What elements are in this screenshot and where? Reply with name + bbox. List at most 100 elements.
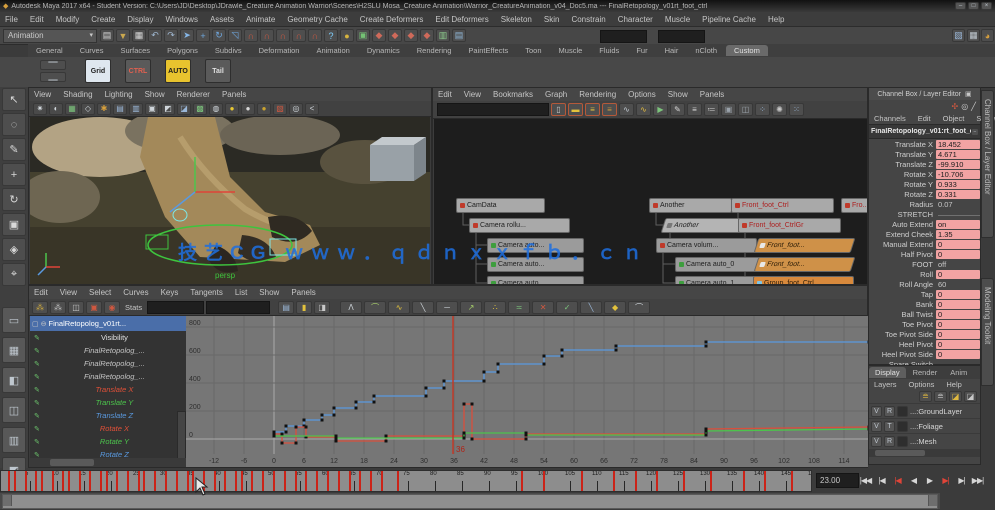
tangent-type-icon[interactable]: ✓ [556, 301, 578, 314]
viewport-toolbar-icon[interactable]: ◩ [161, 103, 175, 115]
viewport-toolbar-icon[interactable]: ✱ [97, 103, 111, 115]
channel-box-menu-item[interactable]: Object [938, 113, 970, 124]
node-editor-toolbar-icon[interactable]: ✎ [670, 103, 685, 116]
shelf-tab[interactable]: Animation [308, 45, 357, 56]
channel-value-field[interactable]: 0 [936, 340, 980, 349]
node-editor-toolbar-icon[interactable]: ∿ [619, 103, 634, 116]
tool-icon[interactable]: ✎ [2, 138, 26, 161]
shelf-item-button[interactable]: Grid [85, 59, 111, 83]
timeline-key-tick[interactable] [192, 471, 194, 491]
tool-icon[interactable]: + [2, 163, 26, 186]
graph-outliner-vscrollbar[interactable] [177, 411, 186, 463]
status-icon[interactable]: ◆ [420, 29, 434, 42]
shelf-tab[interactable]: Toon [517, 45, 549, 56]
channel-box-menu-item[interactable]: Channels [869, 113, 911, 124]
status-icon[interactable]: ➤ [180, 29, 194, 42]
timeline-key-tick[interactable] [41, 471, 43, 491]
tangent-type-icon[interactable]: ⌒ [364, 301, 386, 314]
timeline-key-tick[interactable] [165, 471, 167, 491]
graph-toolbar-icon[interactable]: ⁂ [32, 301, 48, 314]
graph-channel-label[interactable]: FinalRetopolog_... [43, 372, 186, 381]
layer-display-type-toggle[interactable]: R [884, 436, 895, 447]
menu-item[interactable]: Help [763, 14, 789, 25]
timeline-key-tick[interactable] [521, 471, 523, 491]
viewport-toolbar-icon[interactable]: ● [257, 103, 271, 115]
tangent-type-icon[interactable]: ╲ [412, 301, 434, 314]
channel-value-field[interactable]: 0 [936, 350, 980, 359]
graph-channel-label[interactable]: Translate X [43, 385, 186, 394]
playback-button[interactable]: ▶| [938, 473, 953, 487]
graph-node[interactable]: Fro... [841, 198, 867, 213]
graph-channel-row[interactable]: ✎ Translate X [30, 383, 186, 396]
timeline-key-tick[interactable] [327, 471, 329, 491]
status-icon[interactable]: ▣ [356, 29, 370, 42]
status-icon[interactable]: ↻ [212, 29, 226, 42]
graph-node[interactable]: Front_foot_Ctrl [731, 198, 834, 213]
timeline-key-tick[interactable] [656, 471, 658, 491]
status-icon[interactable]: ◆ [404, 29, 418, 42]
graph-channel-label[interactable]: Translate Y [43, 398, 186, 407]
menu-item[interactable]: Constrain [566, 14, 610, 25]
channel-value-field[interactable]: 0 [936, 290, 980, 299]
viewport-toolbar-icon[interactable]: < [305, 103, 319, 115]
channel-value-field[interactable]: 1.35 [936, 230, 980, 239]
graph-node[interactable]: Group_foot_Ctrl [753, 276, 854, 284]
tangent-type-icon[interactable]: ╲ [580, 301, 602, 314]
tool-icon[interactable]: ↻ [2, 188, 26, 211]
tangent-type-icon[interactable]: ∿ [388, 301, 410, 314]
timeline-key-tick[interactable] [397, 471, 399, 491]
node-editor-menu-item[interactable]: Options [623, 89, 661, 100]
node-editor-toolbar-icon[interactable]: ▯ [551, 103, 566, 116]
shelf-tab[interactable]: Muscle [551, 45, 591, 56]
tangent-type-icon[interactable]: ─ [436, 301, 458, 314]
status-icon[interactable]: ∩ [308, 29, 322, 42]
node-editor-menu-item[interactable]: Rendering [574, 89, 621, 100]
layer-visibility-toggle[interactable]: V [871, 406, 882, 417]
status-icon[interactable]: ∩ [244, 29, 258, 42]
graph-node[interactable]: Front_foot... [754, 257, 856, 272]
layer-name[interactable]: ...:GroundLayer [910, 407, 962, 416]
layer-color-swatch[interactable] [897, 421, 908, 432]
timeline-key-tick[interactable] [316, 471, 318, 491]
graph-channel-label[interactable]: FinalRetopolog_... [43, 359, 186, 368]
status-icon[interactable]: ▦ [132, 29, 146, 42]
graph-node[interactable]: Another [649, 198, 732, 213]
timeline-key-tick[interactable] [581, 471, 583, 491]
expand-icon[interactable]: ⊖ [41, 320, 47, 328]
viewport-menu-item[interactable]: Panels [217, 89, 251, 100]
node-editor-toolbar-icon[interactable]: ▣ [721, 103, 736, 116]
shelf-item-button[interactable]: AUTO [165, 59, 191, 83]
graph-editor-menu-item[interactable]: Edit [29, 287, 53, 298]
layer-color-swatch[interactable] [897, 406, 908, 417]
channel-value-field[interactable]: 0.933 [936, 180, 980, 189]
timeline-key-tick[interactable] [154, 471, 156, 491]
menu-item[interactable]: Modify [51, 14, 85, 25]
layer-display-type-toggle[interactable]: T [884, 421, 895, 432]
menu-item[interactable]: Create Deformers [355, 14, 429, 25]
menu-item[interactable]: Pipeline Cache [697, 14, 761, 25]
node-editor-toolbar-icon[interactable]: ⁘ [755, 103, 770, 116]
viewport-toolbar-icon[interactable]: ▤ [113, 103, 127, 115]
timeline-key-tick[interactable] [14, 471, 16, 491]
range-slider[interactable] [0, 493, 940, 509]
graph-channel-row[interactable]: ✎ FinalRetopolog_... [30, 357, 186, 370]
graph-channel-label[interactable]: FinalRetopolog_... [43, 346, 186, 355]
graph-toolbar-icon[interactable]: ▣ [86, 301, 102, 314]
shelf-tab[interactable]: Deformation [251, 45, 308, 56]
timeline-key-tick[interactable] [381, 471, 383, 491]
menu-item[interactable]: Animate [241, 14, 280, 25]
tangent-type-icon[interactable]: ↗ [460, 301, 482, 314]
shelf-tab[interactable]: Subdivs [207, 45, 250, 56]
playback-button[interactable]: ◀ [906, 473, 921, 487]
channel-value-field[interactable]: 0 [936, 270, 980, 279]
viewport-toolbar-icon[interactable]: ▥ [129, 103, 143, 115]
pin-icon[interactable]: ▣ [965, 90, 972, 98]
viewport-menu-item[interactable]: Show [140, 89, 170, 100]
channel-value-field[interactable]: off [936, 260, 980, 269]
node-search-input[interactable] [437, 103, 549, 116]
channel-value-field[interactable]: 0 [936, 310, 980, 319]
channel-value-field[interactable]: 0 [936, 240, 980, 249]
menu-item[interactable]: Display [122, 14, 158, 25]
shelf-tab[interactable]: Curves [72, 45, 112, 56]
playback-button[interactable]: |◀◀ [858, 473, 873, 487]
